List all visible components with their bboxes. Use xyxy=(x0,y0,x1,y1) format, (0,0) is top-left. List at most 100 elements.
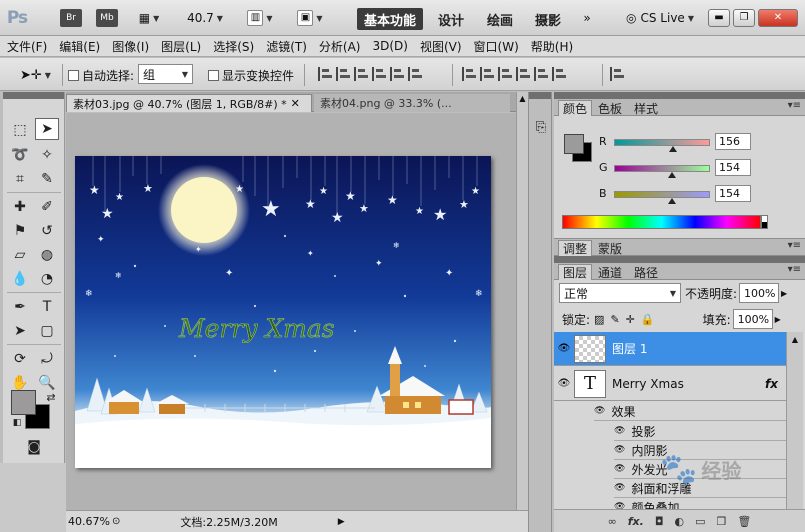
channel-slider[interactable] xyxy=(614,139,710,146)
status-icon[interactable]: ⊙ xyxy=(112,516,120,527)
zoom-status-field[interactable]: 40.67% xyxy=(66,515,112,528)
menu-filter[interactable]: 滤镜(T) xyxy=(266,38,307,55)
dodge-tool-icon[interactable]: ◔ xyxy=(35,268,59,290)
3d-rotate-tool-icon[interactable]: ⟳ xyxy=(8,348,32,370)
zoom-level-menu[interactable]: 40.7 ▼ xyxy=(185,7,225,29)
menu-select[interactable]: 选择(S) xyxy=(213,38,254,55)
add-layer-style-icon[interactable]: fx. xyxy=(628,515,644,528)
menu-layer[interactable]: 图层(L) xyxy=(161,38,201,55)
brush-tool-icon[interactable]: ✐ xyxy=(35,196,59,218)
fill-slider-arrow-icon[interactable]: ▶ xyxy=(775,315,781,324)
marquee-tool-icon[interactable]: ⬚ xyxy=(8,119,32,141)
visibility-eye-icon[interactable]: 👁 xyxy=(554,378,574,389)
opacity-field[interactable]: 100% xyxy=(739,283,780,303)
channel-slider[interactable] xyxy=(614,191,710,198)
workspace-essentials[interactable]: 基本功能 xyxy=(357,8,423,30)
menu-file[interactable]: 文件(F) xyxy=(7,38,47,55)
effect-row[interactable]: 👁 内阴影 xyxy=(614,441,786,460)
menu-edit[interactable]: 编辑(E) xyxy=(59,38,100,55)
visibility-eye-icon[interactable]: 👁 xyxy=(614,426,625,436)
scroll-up-icon[interactable]: ▲ xyxy=(787,335,803,344)
type-tool-icon[interactable]: T xyxy=(35,296,59,318)
quick-mask-icon[interactable]: ◙ xyxy=(21,436,47,458)
distribute-bottom-icon[interactable] xyxy=(498,67,512,81)
new-group-icon[interactable]: ▭ xyxy=(695,515,705,528)
link-layers-icon[interactable]: ∞ xyxy=(608,515,617,528)
visibility-eye-icon[interactable]: 👁 xyxy=(614,464,625,474)
channel-slider[interactable] xyxy=(614,165,710,172)
new-layer-icon[interactable]: ❐ xyxy=(717,515,727,528)
layer-effects-icon[interactable]: fx xyxy=(765,377,778,391)
fill-field[interactable]: 100% xyxy=(732,309,773,329)
workspace-design[interactable]: 设计 xyxy=(436,8,466,30)
visibility-eye-icon[interactable]: 👁 xyxy=(554,343,574,354)
history-brush-tool-icon[interactable]: ↺ xyxy=(35,220,59,242)
color-spectrum-bar[interactable] xyxy=(562,215,761,229)
delete-layer-icon[interactable]: 🗑 xyxy=(737,515,751,528)
cs-live-menu[interactable]: ◎ CS Live ▼ xyxy=(620,7,700,29)
status-menu-arrow-icon[interactable]: ▶ xyxy=(338,517,345,527)
panel-header[interactable] xyxy=(3,92,64,99)
visibility-eye-icon[interactable]: 👁 xyxy=(614,445,625,455)
tab-channels[interactable]: 通道 xyxy=(594,264,626,280)
menu-image[interactable]: 图像(I) xyxy=(112,38,149,55)
effect-row[interactable]: 👁 投影 xyxy=(614,422,786,441)
panel-menu-icon[interactable]: ▾≡ xyxy=(788,100,801,111)
align-bottom-edges-icon[interactable] xyxy=(354,67,368,81)
vertical-scrollbar[interactable]: ▲ xyxy=(516,92,528,510)
add-layer-mask-icon[interactable]: ◘ xyxy=(655,515,664,528)
lock-position-icon[interactable]: ✛ xyxy=(626,313,635,326)
auto-align-layers-icon[interactable] xyxy=(610,67,624,81)
panel-menu-icon[interactable]: ▾≡ xyxy=(788,240,801,251)
paint-bucket-tool-icon[interactable]: ◍ xyxy=(35,244,59,266)
distribute-top-icon[interactable] xyxy=(462,67,476,81)
more-workspaces-button[interactable]: » xyxy=(572,7,602,29)
color-panel-foreground-swatch[interactable] xyxy=(564,134,584,154)
lock-image-icon[interactable]: ✎ xyxy=(610,313,619,326)
close-icon[interactable]: ✕ xyxy=(291,97,300,110)
lock-all-icon[interactable]: 🔒 xyxy=(641,313,655,326)
visibility-eye-icon[interactable]: 👁 xyxy=(614,483,625,493)
layer-row[interactable]: 👁 T Merry Xmas fx xyxy=(554,367,786,401)
arrange-documents-menu[interactable]: ▥ ▼ xyxy=(243,7,277,29)
blend-mode-dropdown[interactable]: 正常 ▼ xyxy=(559,283,681,303)
opacity-slider-arrow-icon[interactable]: ▶ xyxy=(781,289,787,298)
3d-orbit-tool-icon[interactable]: ⤾ xyxy=(35,348,59,370)
layer-row-selected[interactable]: 👁 图层 1 xyxy=(554,332,786,366)
history-panel-icon[interactable]: ⎘ xyxy=(532,120,550,138)
spot-healing-brush-tool-icon[interactable]: ✚ xyxy=(8,196,32,218)
foreground-color-swatch[interactable] xyxy=(11,390,36,415)
document-tab-active[interactable]: 素材03.jpg @ 40.7% (图层 1, RGB/8#) * ✕ xyxy=(66,94,312,112)
black-white-ramp[interactable] xyxy=(761,215,768,229)
effect-row[interactable]: 👁 外发光 xyxy=(614,460,786,479)
menu-analysis[interactable]: 分析(A) xyxy=(319,38,361,55)
eraser-tool-icon[interactable]: ▱ xyxy=(8,244,32,266)
tool-preset-picker[interactable]: ➤✛ ▼ xyxy=(20,64,51,86)
swap-colors-icon[interactable]: ⇄ xyxy=(39,386,63,408)
align-horizontal-centers-icon[interactable] xyxy=(390,67,404,81)
tab-layers[interactable]: 图层 xyxy=(558,264,593,280)
rectangle-tool-icon[interactable]: ▢ xyxy=(35,320,59,342)
document-canvas[interactable]: ★★ ★★ ★★ ★★ ★★ ★★ ★★ ★★ ✦✦ ✦✦ ✦✦ ❄❄ ❄❄ xyxy=(75,156,491,468)
auto-select-target-dropdown[interactable]: 组 ▼ xyxy=(138,64,193,84)
restore-button[interactable]: ❐ xyxy=(733,9,755,27)
new-adjustment-layer-icon[interactable]: ◐ xyxy=(675,515,685,528)
panel-header[interactable] xyxy=(529,92,551,99)
align-left-edges-icon[interactable] xyxy=(372,67,386,81)
move-tool-icon[interactable]: ➤ xyxy=(35,118,59,140)
panel-menu-icon[interactable]: ▾≡ xyxy=(788,264,801,275)
pen-tool-icon[interactable]: ✒ xyxy=(8,296,32,318)
path-selection-tool-icon[interactable]: ➤ xyxy=(8,320,32,342)
slider-thumb-icon[interactable] xyxy=(667,172,676,178)
workspace-painting[interactable]: 绘画 xyxy=(485,8,515,30)
canvas-area[interactable]: ★★ ★★ ★★ ★★ ★★ ★★ ★★ ★★ ✦✦ ✦✦ ✦✦ ❄❄ ❄❄ xyxy=(66,113,516,510)
crop-tool-icon[interactable]: ⌗ xyxy=(8,168,32,190)
channel-value-field[interactable]: 154 xyxy=(715,185,751,202)
menu-help[interactable]: 帮助(H) xyxy=(531,38,573,55)
slider-thumb-icon[interactable] xyxy=(667,198,676,204)
distribute-hcenter-icon[interactable] xyxy=(534,67,548,81)
clone-stamp-tool-icon[interactable]: ⚑ xyxy=(8,220,32,242)
lasso-tool-icon[interactable]: ➰ xyxy=(8,144,32,166)
distribute-right-icon[interactable] xyxy=(552,67,566,81)
channel-value-field[interactable]: 156 xyxy=(715,133,751,150)
